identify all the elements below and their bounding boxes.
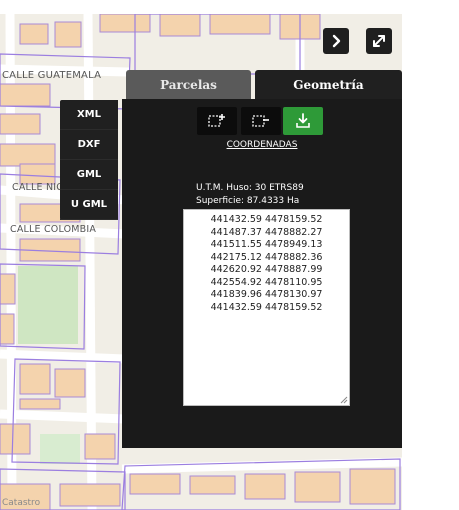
coordinate-line: 441432.59 4478159.52 xyxy=(210,301,323,313)
coordinate-line: 441432.59 4478159.52 xyxy=(210,214,323,225)
chevron-right-icon xyxy=(332,34,341,48)
surface-label: Superficie: 87.4333 Ha xyxy=(196,196,300,206)
park-area xyxy=(18,266,78,344)
export-xml-button[interactable]: XML xyxy=(60,100,118,130)
street-label-colombia: CALLE COLOMBIA xyxy=(10,224,97,235)
coordinates-textarea[interactable]: 441432.59 4478159.52 441487.37 4478882.2… xyxy=(183,209,350,406)
export-toolbar: XML DXF GML U GML xyxy=(60,100,118,220)
coordinates-title: COORDENADAS xyxy=(226,140,298,150)
tab-parcelas[interactable]: Parcelas xyxy=(126,70,251,100)
add-feature-button[interactable] xyxy=(197,107,237,135)
street-label-guatemala: CALLE GUATEMALA xyxy=(2,70,102,81)
map-credit: Catastro xyxy=(2,498,41,508)
export-dxf-button[interactable]: DXF xyxy=(60,130,118,160)
next-button[interactable] xyxy=(323,28,349,54)
coordinate-line: 441487.37 4478882.27 xyxy=(210,226,323,238)
coordinate-line: 441839.96 4478130.97 xyxy=(210,289,323,300)
coordinate-line: 442554.92 4478110.95 xyxy=(210,276,323,288)
fullscreen-button[interactable] xyxy=(366,28,392,54)
remove-feature-icon xyxy=(252,115,269,127)
geometry-panel: COORDENADAS U.T.M. Huso: 30 ETRS89 Super… xyxy=(122,99,402,448)
park-area-2 xyxy=(40,434,80,464)
export-ugml-button[interactable]: U GML xyxy=(60,190,118,220)
export-gml-button[interactable]: GML xyxy=(60,160,118,190)
add-feature-icon xyxy=(208,114,225,127)
tab-geometria[interactable]: Geometría xyxy=(255,70,402,100)
coordinate-line: 442175.12 4478882.36 xyxy=(210,251,323,263)
resize-grip-icon[interactable] xyxy=(340,396,348,404)
remove-feature-button[interactable] xyxy=(241,107,281,135)
utm-zone-label: U.T.M. Huso: 30 ETRS89 xyxy=(196,183,304,193)
expand-icon xyxy=(373,35,385,47)
download-button[interactable] xyxy=(283,107,323,135)
download-icon xyxy=(296,113,310,128)
coordinate-line: 441511.55 4478949.13 xyxy=(210,239,323,250)
coordinate-line: 442620.92 4478887.99 xyxy=(210,264,323,275)
